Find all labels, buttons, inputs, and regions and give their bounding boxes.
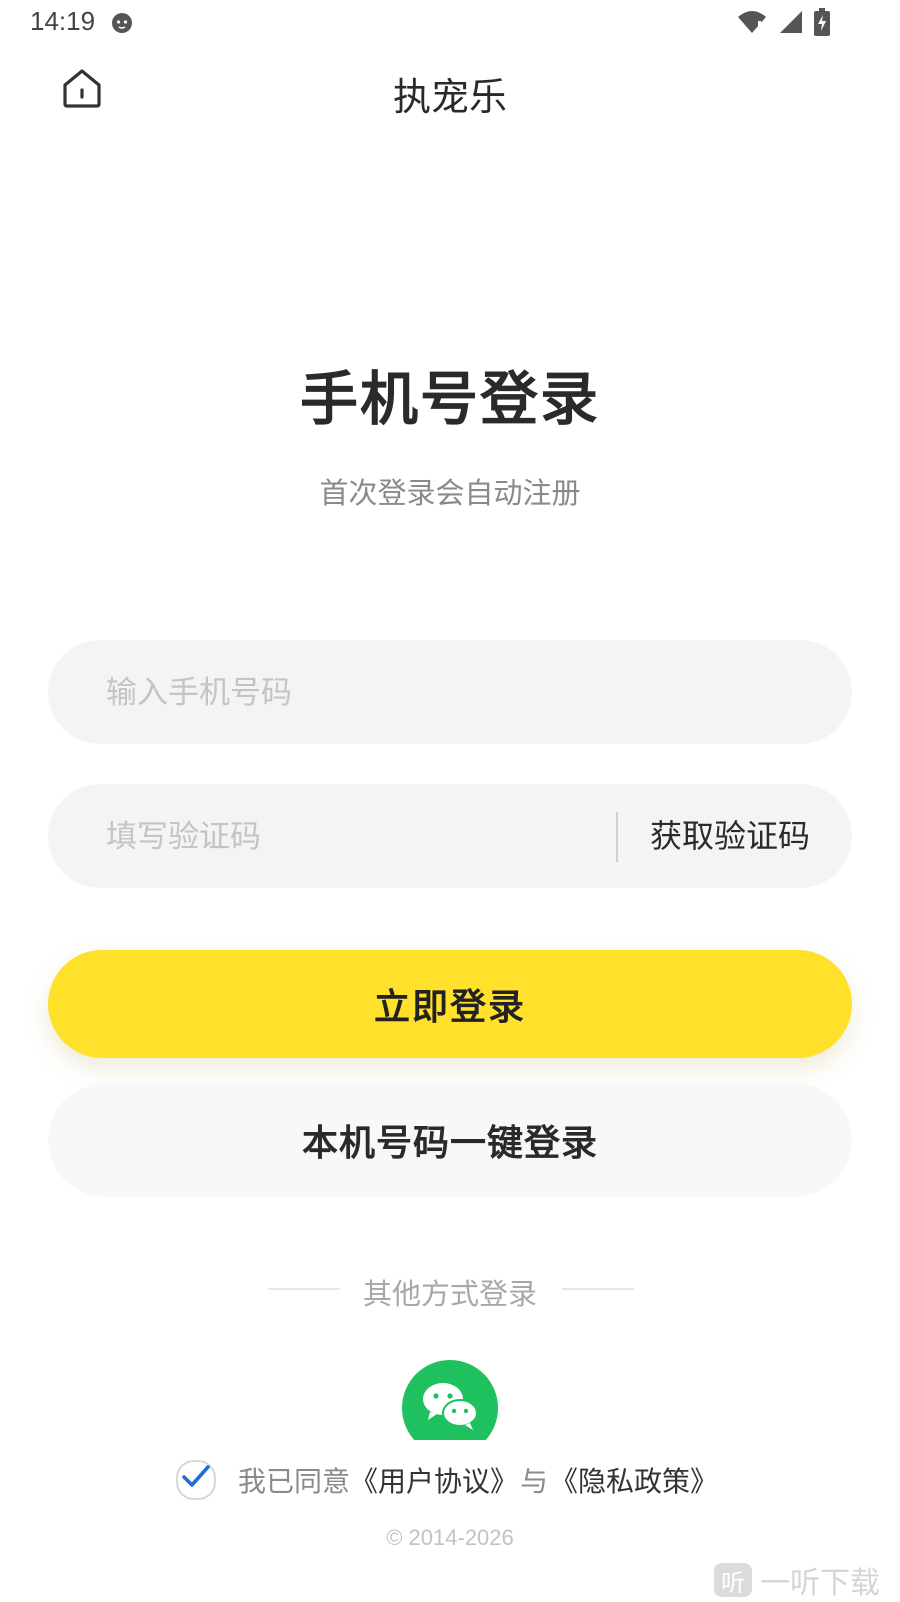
wechat-login-button[interactable]: [402, 1360, 498, 1440]
agreement-prefix: 我已同意: [238, 1465, 351, 1498]
status-icons: [736, 8, 830, 40]
privacy-policy-link[interactable]: 《隐私政策》: [550, 1460, 718, 1500]
other-methods-label: 其他方式登录: [362, 1277, 537, 1311]
wechat-login-container: [402, 1360, 498, 1440]
watermark-text: 一听下载: [760, 1566, 880, 1601]
watermark: 听 一听下载: [714, 1558, 880, 1602]
wifi-icon: [736, 9, 768, 39]
status-time: 14:19: [30, 6, 96, 36]
agreement-row: 我已同意 《用户协议》 与 《隐私政策》: [176, 1460, 718, 1500]
phone-field: [48, 640, 852, 746]
watermark-logo: 听: [714, 1563, 752, 1597]
agreement-and: 与: [520, 1465, 549, 1498]
get-code-button[interactable]: 获取验证码: [630, 784, 830, 888]
cat-face-icon: [110, 10, 134, 34]
phone-input[interactable]: [104, 640, 808, 746]
page-title: 手机号登录: [299, 365, 600, 433]
user-agreement-link[interactable]: 《用户协议》: [350, 1460, 518, 1500]
copyright: © 2014-2026: [386, 1525, 514, 1550]
divider: [616, 812, 618, 862]
agreement-checkbox[interactable]: [176, 1460, 216, 1500]
divider-right: [562, 1288, 634, 1290]
page-subtitle: 首次登录会自动注册: [319, 476, 581, 510]
code-field: 获取验证码: [48, 784, 852, 890]
verification-code-input[interactable]: [104, 784, 588, 890]
signal-icon: [778, 9, 804, 39]
one-click-login-button[interactable]: 本机号码一键登录: [48, 1083, 852, 1197]
login-button[interactable]: 立即登录: [48, 950, 852, 1058]
checkmark-icon: [181, 1464, 211, 1497]
app-title: 执宠乐: [392, 75, 507, 119]
battery-charging-icon: [814, 8, 830, 40]
wechat-icon: [420, 1379, 480, 1437]
